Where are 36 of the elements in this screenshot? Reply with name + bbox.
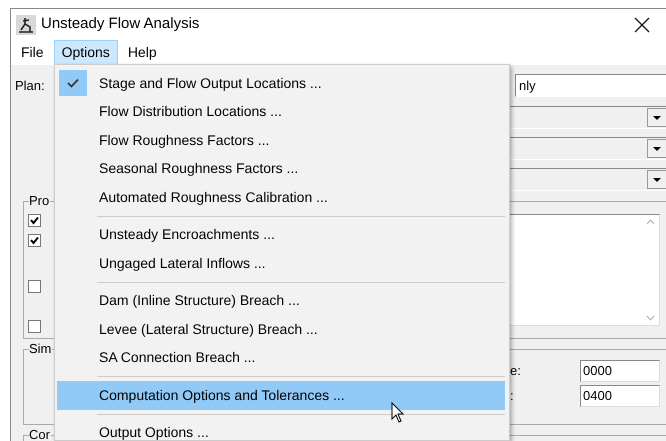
menu-item[interactable]: Levee (Lateral Structure) Breach ... <box>57 315 505 344</box>
checkbox[interactable] <box>28 320 41 333</box>
menu-item[interactable]: Flow Roughness Factors ... <box>57 126 505 154</box>
menu-item[interactable]: Computation Options and Tolerances ... <box>57 381 505 410</box>
plan-field[interactable]: nly <box>515 74 666 97</box>
menu-bar-item[interactable]: Help <box>120 40 165 65</box>
menu-item[interactable]: Flow Distribution Locations ... <box>57 98 505 126</box>
field-label: : <box>510 387 515 406</box>
plan-label: Plan: <box>15 76 45 95</box>
checkbox[interactable] <box>28 280 41 293</box>
menu-item[interactable]: SA Connection Breach ... <box>57 344 505 372</box>
figure-icon <box>16 14 36 34</box>
menu-bar-item[interactable]: Options <box>54 40 118 65</box>
time-field[interactable]: 0400 <box>580 385 660 407</box>
menu-item[interactable]: Automated Roughness Calibration ... <box>57 183 505 212</box>
dropdown-arrow-icon[interactable] <box>647 139 666 158</box>
time-field[interactable]: 0000 <box>580 360 660 382</box>
window-title: Unsteady Flow Analysis <box>41 14 200 34</box>
menu-item[interactable]: Seasonal Roughness Factors ... <box>57 154 505 183</box>
dropdown-arrow-icon[interactable] <box>647 108 666 127</box>
scroll-up-icon[interactable] <box>646 219 655 225</box>
dropdown-arrow-icon[interactable] <box>647 170 666 189</box>
field-label: e: <box>510 362 522 380</box>
mouse-pointer-icon <box>391 402 405 424</box>
scroll-down-icon[interactable] <box>646 315 655 321</box>
menu-item[interactable]: Ungaged Lateral Inflows ... <box>57 249 505 278</box>
menu-item[interactable]: Stage and Flow Output Locations ... <box>57 69 505 98</box>
close-icon[interactable] <box>634 16 650 32</box>
menu-item[interactable]: Dam (Inline Structure) Breach ... <box>57 286 505 315</box>
checkbox[interactable] <box>28 214 41 227</box>
check-icon <box>67 78 79 88</box>
group-title: Cor <box>29 427 51 441</box>
menu-bar-item[interactable]: File <box>13 40 52 65</box>
menu-item[interactable]: Unsteady Encroachments ... <box>57 220 505 249</box>
menu-item[interactable]: Output Options ... <box>57 418 505 440</box>
checkbox[interactable] <box>28 234 41 247</box>
